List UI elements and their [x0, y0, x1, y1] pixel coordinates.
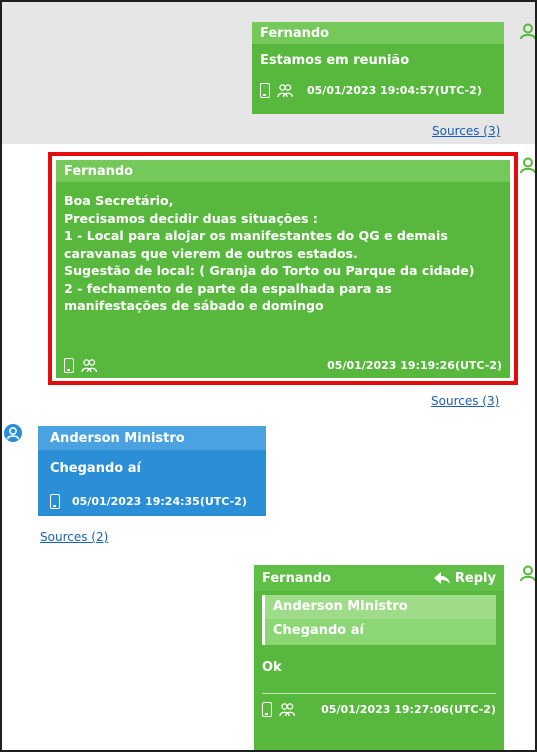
phone-icon — [50, 493, 60, 509]
message-footer: 05/01/2023 19:27:06(UTC-2) — [254, 694, 504, 724]
sources-link[interactable]: Sources (3) — [432, 124, 500, 138]
message-bubble-3[interactable]: Anderson Ministro Chegando aí 05/01/2023… — [38, 426, 266, 516]
message-text: Ok — [254, 645, 504, 689]
sender-name: Fernando — [262, 570, 332, 586]
quoted-message[interactable]: Anderson Ministro Chegando aí — [262, 595, 496, 645]
message-sender: Fernando Reply — [254, 565, 504, 591]
message-footer: 05/01/2023 19:24:35(UTC-2) — [38, 488, 266, 514]
quoted-sender: Anderson Ministro — [265, 595, 496, 619]
sources-link[interactable]: Sources (3) — [431, 394, 499, 408]
phone-icon — [262, 701, 272, 717]
chat-viewer: Fernando Estamos em reunião 05/01/2023 1… — [0, 0, 537, 752]
phone-icon — [260, 82, 270, 98]
message-sender: Anderson Ministro — [38, 426, 266, 450]
message-text: Estamos em reunião — [252, 44, 504, 76]
message-timestamp: 05/01/2023 19:04:57(UTC-2) — [307, 83, 482, 97]
message-timestamp: 05/01/2023 19:27:06(UTC-2) — [321, 702, 496, 716]
message-text: Chegando aí — [38, 450, 266, 488]
highlight-frame — [48, 152, 518, 385]
sender-name: Fernando — [260, 25, 330, 41]
sources-link[interactable]: Sources (2) — [40, 530, 108, 544]
user-avatar-icon — [519, 564, 535, 582]
group-icon — [277, 83, 293, 97]
message-text-content: Ok — [262, 660, 282, 675]
message-bubble-4[interactable]: Fernando Reply Anderson Ministro Chegand… — [254, 565, 504, 750]
reply-button[interactable]: Reply — [433, 570, 496, 586]
reply-label: Reply — [454, 570, 496, 586]
sender-name: Anderson Ministro — [50, 430, 185, 446]
message-bubble-1[interactable]: Fernando Estamos em reunião 05/01/2023 1… — [252, 22, 504, 114]
user-avatar-icon — [519, 156, 535, 174]
message-sender: Fernando — [252, 22, 504, 44]
message-text-content: Estamos em reunião — [260, 53, 410, 68]
user-avatar-icon — [4, 424, 22, 442]
message-text-content: Chegando aí — [50, 461, 141, 476]
reply-arrow-icon — [433, 572, 450, 584]
quoted-text: Chegando aí — [273, 623, 364, 638]
user-avatar-icon — [519, 22, 535, 40]
message-footer: 05/01/2023 19:04:57(UTC-2) — [252, 76, 504, 104]
message-timestamp: 05/01/2023 19:24:35(UTC-2) — [72, 494, 247, 508]
group-icon — [279, 702, 295, 716]
